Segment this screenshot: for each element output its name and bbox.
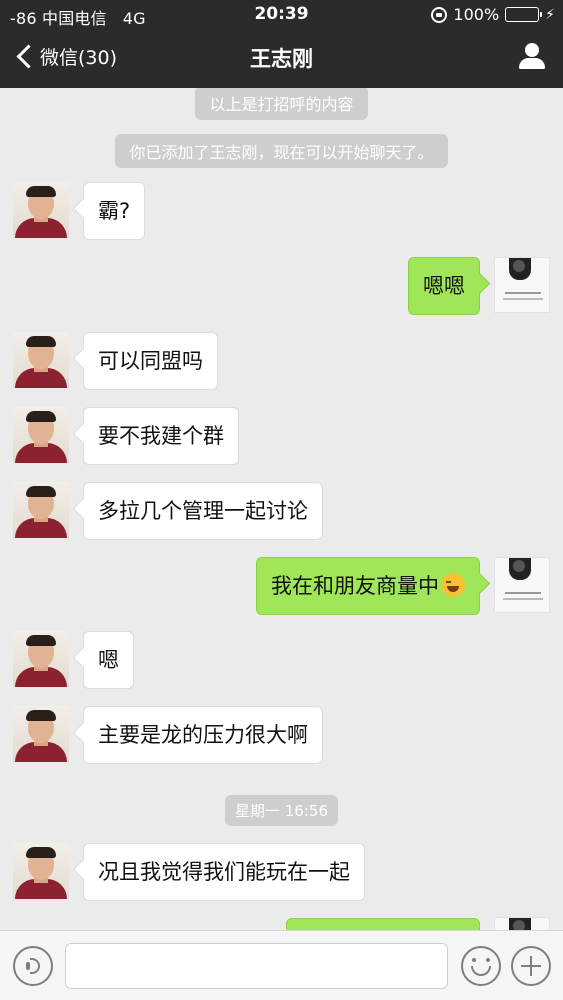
friend-avatar[interactable]	[13, 182, 69, 238]
message-bubble[interactable]: 多拉几个管理一起讨论	[83, 482, 323, 540]
my-avatar[interactable]	[494, 257, 550, 313]
person-icon	[519, 58, 545, 69]
voice-button[interactable]	[13, 946, 53, 986]
charging-icon: ⚡	[545, 6, 555, 23]
system-notice-added: 你已添加了王志刚，现在可以开始聊天了。	[0, 134, 563, 168]
message-bubble[interactable]: 嗯	[83, 631, 134, 689]
smiley-icon	[471, 966, 491, 976]
message-bubble[interactable]: 要不我建个群	[83, 407, 239, 465]
message-row: 嗯嗯	[0, 257, 563, 315]
friend-avatar[interactable]	[13, 332, 69, 388]
message-bubble[interactable]: 我在和朋友商量中	[256, 557, 480, 615]
battery-percent: 100%	[453, 5, 500, 24]
message-text: 我在和朋友商量中	[271, 574, 439, 598]
chat-area[interactable]: 以上是打招呼的内容 你已添加了王志刚，现在可以开始聊天了。 霸? 嗯嗯 可以同盟…	[0, 88, 563, 930]
header: -86 中国电信 4G 20:39 100% ⚡ 微信(30) 王志刚	[0, 0, 563, 88]
message-row-partial	[0, 917, 563, 930]
message-bubble[interactable]: 霸?	[83, 182, 146, 240]
timestamp-divider: 星期一 16:56	[0, 795, 563, 826]
emoji-button[interactable]	[461, 946, 501, 986]
message-bubble-partial[interactable]	[286, 918, 480, 930]
message-input[interactable]	[65, 943, 448, 989]
message-bubble[interactable]: 嗯嗯	[408, 257, 480, 315]
friend-avatar[interactable]	[13, 706, 69, 762]
message-row: 况且我觉得我们能玩在一起	[0, 843, 563, 901]
message-row: 可以同盟吗	[0, 332, 563, 390]
message-row: 霸?	[0, 182, 563, 240]
chat-info-button[interactable]	[517, 43, 547, 71]
status-right: 100% ⚡	[431, 5, 555, 24]
message-row: 要不我建个群	[0, 407, 563, 465]
friend-avatar[interactable]	[13, 843, 69, 899]
message-row: 主要是龙的压力很大啊	[0, 706, 563, 764]
laughing-tears-emoji-icon	[441, 573, 465, 597]
orientation-lock-icon	[431, 6, 448, 23]
message-bubble[interactable]: 况且我觉得我们能玩在一起	[83, 843, 365, 901]
message-bubble[interactable]: 主要是龙的压力很大啊	[83, 706, 323, 764]
timestamp-text: 星期一 16:56	[225, 795, 338, 826]
message-row: 我在和朋友商量中	[0, 557, 563, 615]
message-bubble[interactable]: 可以同盟吗	[83, 332, 218, 390]
my-avatar[interactable]	[494, 557, 550, 613]
nav-bar: 微信(30) 王志刚	[0, 30, 563, 86]
message-row: 多拉几个管理一起讨论	[0, 482, 563, 540]
my-avatar[interactable]	[494, 917, 550, 930]
status-bar: -86 中国电信 4G 20:39 100% ⚡	[0, 0, 563, 30]
input-bar	[0, 930, 563, 1000]
chat-title: 王志刚	[250, 47, 313, 71]
system-notice-text: 以上是打招呼的内容	[195, 88, 368, 120]
battery-icon	[505, 7, 543, 22]
system-notice-text: 你已添加了王志刚，现在可以开始聊天了。	[115, 134, 448, 168]
system-notice-greeting: 以上是打招呼的内容	[0, 88, 563, 120]
friend-avatar[interactable]	[13, 407, 69, 463]
message-row: 嗯	[0, 631, 563, 689]
friend-avatar[interactable]	[13, 482, 69, 538]
friend-avatar[interactable]	[13, 631, 69, 687]
voice-icon	[30, 958, 40, 974]
more-button[interactable]	[511, 946, 551, 986]
person-icon-head	[525, 43, 539, 57]
